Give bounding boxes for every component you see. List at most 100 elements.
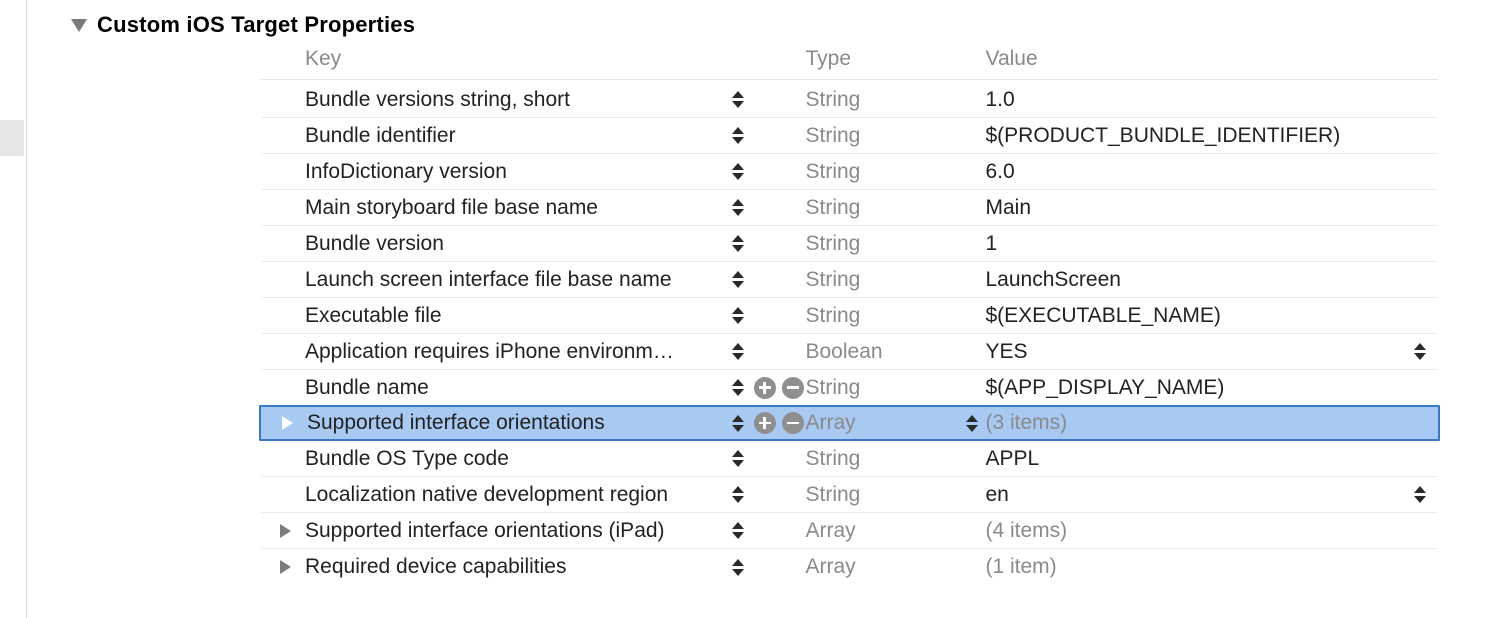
value-cell[interactable]: $(APP_DISPLAY_NAME)	[986, 376, 1407, 400]
stepper-icon[interactable]	[966, 415, 978, 432]
key-stepper-cell[interactable]	[726, 235, 750, 252]
value-cell[interactable]: (3 items)	[986, 411, 1405, 435]
disclosure-cell[interactable]	[265, 524, 305, 538]
key-cell[interactable]: Application requires iPhone environm…	[305, 340, 726, 364]
key-cell[interactable]: Localization native development region	[305, 483, 726, 507]
stepper-icon[interactable]	[732, 199, 744, 216]
key-cell[interactable]: Main storyboard file base name	[305, 196, 726, 220]
stepper-icon[interactable]	[1414, 486, 1426, 503]
type-cell[interactable]: String	[806, 232, 861, 256]
type-cell-wrap[interactable]: String	[806, 88, 986, 112]
type-cell[interactable]: Boolean	[806, 340, 883, 364]
stepper-icon[interactable]	[732, 486, 744, 503]
disclosure-triangle-right-icon[interactable]	[282, 416, 293, 430]
table-row[interactable]: Application requires iPhone environm… Boo…	[261, 334, 1438, 370]
table-row[interactable]: Bundle versions string, shortString1.0	[261, 82, 1438, 118]
key-stepper-cell[interactable]	[726, 559, 750, 576]
stepper-icon[interactable]	[1414, 343, 1426, 360]
left-gutter-tab[interactable]	[0, 120, 24, 156]
type-cell[interactable]: String	[806, 483, 861, 507]
stepper-icon[interactable]	[732, 522, 744, 539]
stepper-icon[interactable]	[732, 271, 744, 288]
disclosure-triangle-right-icon[interactable]	[280, 524, 291, 538]
stepper-icon[interactable]	[732, 127, 744, 144]
table-row[interactable]: Bundle identifier String $(PRODUCT_BUNDLE_…	[261, 118, 1438, 154]
type-cell-wrap[interactable]: String	[806, 483, 986, 507]
table-row[interactable]: Localization native development region St…	[261, 477, 1438, 513]
stepper-icon[interactable]	[732, 343, 744, 360]
key-cell[interactable]: Required device capabilities	[305, 555, 726, 579]
stepper-icon[interactable]	[732, 163, 744, 180]
key-cell[interactable]: Bundle identifier	[305, 124, 726, 148]
type-cell[interactable]: String	[806, 124, 861, 148]
value-cell[interactable]: (1 item)	[986, 555, 1407, 579]
type-cell-wrap[interactable]: String	[806, 160, 986, 184]
type-cell[interactable]: Array	[806, 411, 856, 435]
column-header-type[interactable]: Type	[806, 47, 986, 71]
key-cell[interactable]: InfoDictionary version	[305, 160, 726, 184]
column-header-key[interactable]: Key	[265, 47, 806, 71]
table-row[interactable]: Launch screen interface file base name St…	[261, 262, 1438, 298]
add-button[interactable]	[754, 412, 776, 434]
add-remove-cell[interactable]	[750, 377, 806, 399]
value-cell[interactable]: Main	[986, 196, 1407, 220]
type-cell-wrap[interactable]: String	[806, 447, 986, 471]
remove-button[interactable]	[782, 377, 804, 399]
key-cell[interactable]: Launch screen interface file base name	[305, 268, 726, 292]
key-stepper-cell[interactable]	[726, 486, 750, 503]
type-cell-wrap[interactable]: String	[806, 196, 986, 220]
type-cell-wrap[interactable]: String	[806, 232, 986, 256]
key-stepper-cell[interactable]	[726, 450, 750, 467]
value-cell[interactable]: 1.0	[986, 88, 1407, 112]
type-cell[interactable]: String	[806, 304, 861, 328]
type-cell-wrap[interactable]: String	[806, 376, 986, 400]
stepper-icon[interactable]	[732, 559, 744, 576]
type-cell[interactable]: String	[806, 196, 861, 220]
key-stepper-cell[interactable]	[726, 522, 750, 539]
type-cell-wrap[interactable]: String	[806, 304, 986, 328]
key-stepper-cell[interactable]	[726, 199, 750, 216]
type-cell[interactable]: String	[806, 160, 861, 184]
key-stepper-cell[interactable]	[726, 379, 750, 396]
key-cell[interactable]: Bundle version	[305, 232, 726, 256]
value-cell[interactable]: 6.0	[986, 160, 1407, 184]
value-cell[interactable]: LaunchScreen	[986, 268, 1407, 292]
disclosure-triangle-down-icon[interactable]	[71, 19, 87, 32]
key-cell[interactable]: Bundle OS Type code	[305, 447, 726, 471]
remove-button[interactable]	[782, 412, 804, 434]
type-cell-wrap[interactable]: Boolean	[806, 340, 986, 364]
value-cell[interactable]: (4 items)	[986, 519, 1407, 543]
table-row[interactable]: Bundle name String$(APP_DISPLAY_NAME)	[261, 370, 1438, 406]
stepper-icon[interactable]	[732, 91, 744, 108]
value-cell[interactable]: APPL	[986, 447, 1407, 471]
table-row[interactable]: Bundle version String 1	[261, 226, 1438, 262]
stepper-icon[interactable]	[732, 415, 744, 432]
key-stepper-cell[interactable]	[726, 271, 750, 288]
type-cell[interactable]: String	[806, 447, 861, 471]
value-cell[interactable]: 1	[986, 232, 1407, 256]
disclosure-triangle-right-icon[interactable]	[280, 560, 291, 574]
value-cell[interactable]: $(PRODUCT_BUNDLE_IDENTIFIER)	[986, 124, 1407, 148]
key-cell[interactable]: Bundle name	[305, 376, 726, 400]
type-cell[interactable]: String	[806, 268, 861, 292]
table-row[interactable]: Executable file String $(EXECUTABLE_NAME)	[261, 298, 1438, 334]
table-row[interactable]: Bundle OS Type code String APPL	[261, 441, 1438, 477]
key-stepper-cell[interactable]	[726, 307, 750, 324]
type-cell[interactable]: Array	[806, 519, 856, 543]
value-cell[interactable]: YES	[986, 340, 1407, 364]
column-header-value[interactable]: Value	[986, 47, 1407, 71]
table-row[interactable]: Supported interface orientations (iPad)A…	[261, 513, 1438, 549]
table-row[interactable]: Supported interface orientations Array (3 …	[259, 405, 1440, 441]
disclosure-cell[interactable]	[267, 416, 307, 430]
table-row[interactable]: Required device capabilitiesArray(1 item…	[261, 549, 1438, 585]
key-stepper-cell[interactable]	[726, 163, 750, 180]
value-cell[interactable]: $(EXECUTABLE_NAME)	[986, 304, 1407, 328]
stepper-icon[interactable]	[732, 379, 744, 396]
add-remove-cell[interactable]	[750, 412, 806, 434]
value-cell[interactable]: en	[986, 483, 1407, 507]
table-row[interactable]: InfoDictionary version String 6.0	[261, 154, 1438, 190]
type-cell[interactable]: String	[806, 88, 861, 112]
key-cell[interactable]: Supported interface orientations	[307, 411, 726, 435]
key-stepper-cell[interactable]	[726, 127, 750, 144]
key-cell[interactable]: Executable file	[305, 304, 726, 328]
